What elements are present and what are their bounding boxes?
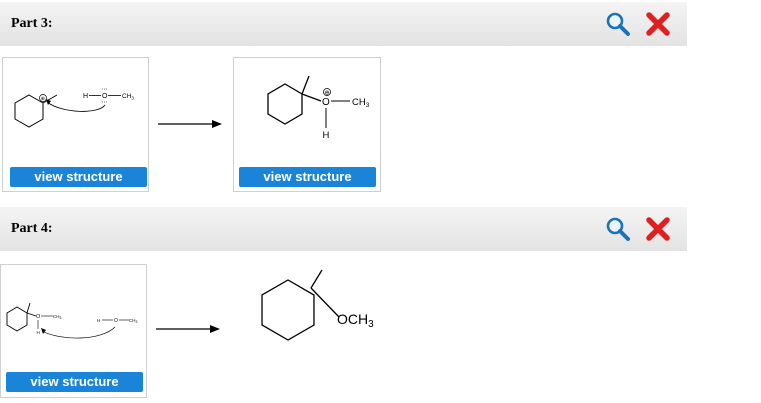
part-3-reactant-box[interactable]: ⊕ H O CH3 view structure [2,57,149,192]
reaction-arrow [158,120,222,128]
search-icon[interactable] [605,11,631,41]
methanol-ch3-label: CH3 [129,318,138,324]
part-3-reactant-view-structure-button[interactable]: view structure [10,167,147,187]
h-label: H [323,130,330,141]
och3-label: OCH3 [337,311,374,330]
h-label: H [37,330,40,335]
wrong-x-icon [645,216,671,246]
part-3-reactant-structure: ⊕ H O CH3 [14,88,134,128]
wrong-x-icon [645,11,671,41]
h-label: H [83,93,88,100]
carbocation-plus: ⊕ [41,96,45,102]
part-4-title: Part 4: [11,221,53,236]
o-label: O [36,314,41,320]
part-3-header: Part 3: [0,2,687,46]
reaction-arrow [156,325,220,333]
part-4-reactant-box[interactable]: O CH3 H H O CH3 view structure [0,264,147,398]
o-label: O [102,93,108,100]
o-label: O [322,97,330,108]
part-3-product-view-structure-button[interactable]: view structure [239,167,376,187]
methanol-o-label: O [114,318,118,324]
ch3-label: CH3 [53,314,62,320]
part-4-reactant-view-structure-button[interactable]: view structure [6,372,143,392]
oxonium-plus: ⊕ [325,91,330,97]
search-icon[interactable] [605,216,631,246]
part-4-product-structure: OCH3 [261,269,374,341]
part-3-title: Part 3: [11,16,53,31]
ch3-label: CH3 [122,93,134,101]
water-h-label: H [97,318,100,323]
part-4-reactant-structure: O CH3 H H O CH3 [6,302,138,339]
part-3-product-box[interactable]: ⊕ O CH3 H view structure [233,57,381,192]
part-4-header: Part 4: [0,207,687,251]
part-3-product-structure: ⊕ O CH3 H [267,75,370,141]
ch3-label: CH3 [352,97,370,109]
